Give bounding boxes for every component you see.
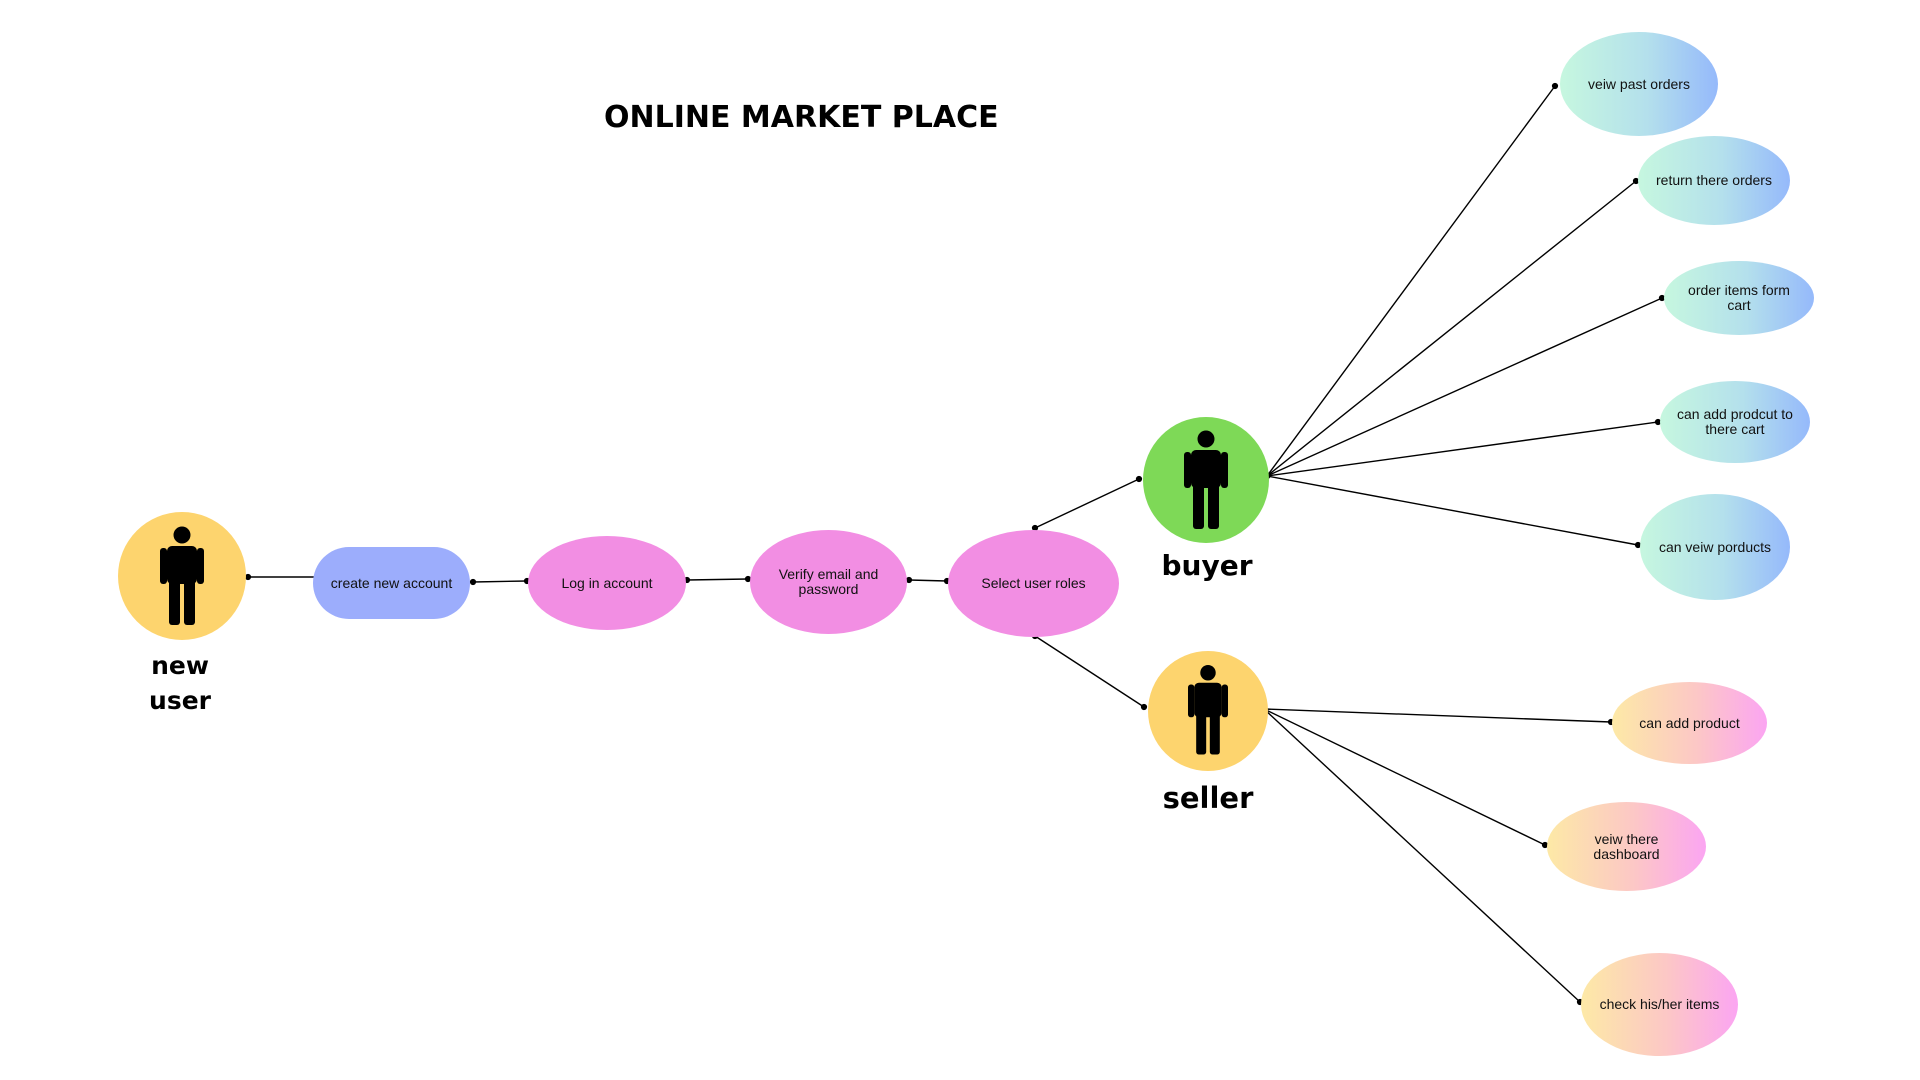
buyer-action-add-to-cart: can add prodcut to there cart xyxy=(1660,381,1810,463)
seller-action-view-dashboard: veiw there dashboard xyxy=(1547,802,1706,891)
create-account-node: create new account xyxy=(313,547,470,619)
person-icon xyxy=(1184,430,1228,529)
buyer-action-order-from-cart: order items form cart xyxy=(1664,261,1814,335)
log-in-node: Log in account xyxy=(528,536,686,630)
diagram-title: ONLINE MARKET PLACE xyxy=(604,100,999,135)
connector-select-buyer xyxy=(1031,475,1143,532)
person-icon xyxy=(1188,665,1228,755)
buyer-actor xyxy=(1143,417,1269,543)
new-user-label-line1: new xyxy=(151,651,209,680)
connector-newuser-create xyxy=(244,573,314,581)
seller-actor xyxy=(1148,651,1268,771)
connector-seller-check-items xyxy=(1263,708,1584,1006)
buyer-action-view-products: can veiw porducts xyxy=(1640,494,1790,600)
connector-select-seller xyxy=(1031,632,1148,711)
seller-action-add-product: can add product xyxy=(1612,682,1767,764)
select-roles-node: Select user roles xyxy=(948,530,1119,637)
seller-action-check-items: check his/her items xyxy=(1581,953,1738,1056)
connector-buyer-view-products xyxy=(1266,475,1642,549)
buyer-action-return-orders: return there orders xyxy=(1638,136,1790,225)
diagram-canvas: ONLINE MARKET PLACE new user create new … xyxy=(0,0,1920,1080)
person-icon xyxy=(160,526,204,625)
connector-login-verify xyxy=(683,575,752,584)
verify-node: Verify email and password xyxy=(750,530,907,634)
new-user-label: new user xyxy=(120,648,240,718)
seller-label: seller xyxy=(1162,781,1254,815)
connector-buyer-return-orders xyxy=(1266,177,1640,477)
connector-create-login xyxy=(469,577,531,586)
connector-seller-dashboard xyxy=(1263,708,1549,849)
connector-verify-select xyxy=(905,576,951,585)
connector-buyer-view-past-orders xyxy=(1266,82,1559,477)
buyer-label: buyer xyxy=(1161,549,1253,582)
new-user-actor xyxy=(118,512,246,640)
new-user-label-line2: user xyxy=(149,686,211,715)
buyer-action-view-past-orders: veiw past orders xyxy=(1560,32,1718,136)
connector-layer xyxy=(244,82,1666,1006)
connector-seller-add-product xyxy=(1263,708,1615,726)
